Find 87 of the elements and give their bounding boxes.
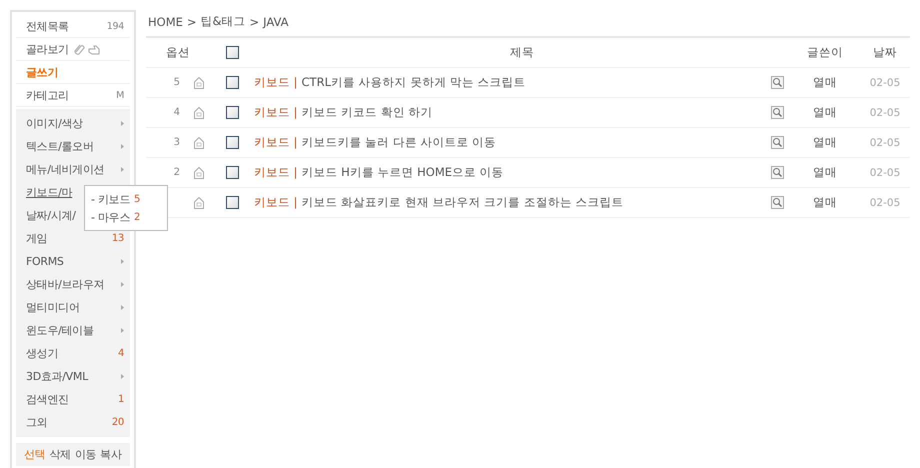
date-cell: 02-05 <box>860 188 910 218</box>
date-cell: 02-05 <box>860 128 910 158</box>
category-count: 20 <box>112 417 124 428</box>
category-item[interactable]: 게임 <box>26 231 112 246</box>
category-count: 1 <box>118 394 124 405</box>
column-header: 옵션 <box>146 38 210 68</box>
category-item[interactable]: 멀티미디어 <box>26 300 121 315</box>
arrow-icon <box>121 144 124 149</box>
column-header: 날짜 <box>860 38 910 68</box>
arrow-icon <box>121 167 124 172</box>
category-label[interactable]: 키보드 | <box>254 75 298 90</box>
breadcrumb-link[interactable]: HOME <box>148 14 183 28</box>
post-title[interactable]: CTRL키를 사용하지 못하게 막는 스크립트 <box>302 75 526 90</box>
post-title[interactable]: 키보드 H키를 누르면 HOME으로 이동 <box>302 165 504 180</box>
sidebar-item[interactable]: 골라보기 <box>26 42 69 56</box>
arrow-icon <box>121 282 124 287</box>
breadcrumb-separator: > <box>250 14 260 28</box>
date-cell: 02-05 <box>860 158 910 188</box>
house-icon <box>194 136 204 148</box>
category-item[interactable]: 윈도우/테이블 <box>26 323 121 338</box>
hand-icon <box>88 44 101 54</box>
submenu-item[interactable]: - 마우스 <box>91 210 130 224</box>
row-number: 3 <box>174 137 181 148</box>
breadcrumb-separator: > <box>186 14 197 28</box>
category-count: 13 <box>112 233 124 244</box>
sidebar-item[interactable]: 카테고리 <box>26 88 116 102</box>
post-title[interactable]: 키보드 키코드 확인 하기 <box>302 105 432 120</box>
submenu-item[interactable]: - 키보드 <box>91 192 130 206</box>
magnifier-icon[interactable] <box>771 76 784 89</box>
author-cell: 열매 <box>790 188 860 218</box>
author-cell: 열매 <box>790 158 860 188</box>
action-link[interactable]: 복사 <box>100 447 122 462</box>
item-count: 194 <box>106 20 124 32</box>
row-number: 2 <box>174 167 181 178</box>
magnifier-icon[interactable] <box>771 166 784 179</box>
arrow-icon <box>121 374 124 379</box>
house-icon <box>194 76 204 88</box>
arrow-icon <box>121 121 124 126</box>
row-checkbox[interactable] <box>226 106 238 119</box>
house-icon <box>194 106 204 118</box>
action-link[interactable]: 삭제 <box>49 447 71 462</box>
post-title[interactable]: 키보드키를 눌러 다른 사이트로 이동 <box>302 135 496 150</box>
category-label[interactable]: 키보드 | <box>254 165 298 180</box>
house-icon <box>194 196 204 208</box>
category-count: 4 <box>118 348 124 359</box>
magnifier-icon[interactable] <box>771 106 784 119</box>
date-cell: 02-05 <box>860 98 910 128</box>
magnifier-icon[interactable] <box>771 136 784 149</box>
date-cell: 02-05 <box>860 68 910 98</box>
column-header: 제목 <box>254 38 790 68</box>
magnifier-icon[interactable] <box>771 196 784 209</box>
breadcrumb-link[interactable]: JAVA <box>263 14 288 28</box>
row-checkbox[interactable] <box>226 136 238 149</box>
arrow-icon <box>121 305 124 310</box>
row-checkbox[interactable] <box>226 196 238 209</box>
category-item[interactable]: 텍스트/롤오버 <box>26 139 121 154</box>
column-header: 글쓴이 <box>790 38 860 68</box>
category-item[interactable]: 상태바/브라우져 <box>26 277 121 292</box>
submenu-count: 5 <box>134 194 140 204</box>
action-link[interactable]: 이동 <box>74 447 96 462</box>
category-item[interactable]: 이미지/색상 <box>26 116 121 131</box>
arrow-icon <box>121 259 124 264</box>
row-number: 5 <box>174 77 181 88</box>
author-cell: 열매 <box>790 98 860 128</box>
item-count: M <box>116 90 124 100</box>
category-item[interactable]: 3D효과/VML <box>26 369 121 384</box>
author-cell: 열매 <box>790 68 860 98</box>
category-item[interactable]: 검색엔진 <box>26 392 118 407</box>
select-all-checkbox[interactable] <box>226 46 238 59</box>
row-checkbox[interactable] <box>226 166 238 179</box>
author-cell: 열매 <box>790 128 860 158</box>
category-item[interactable]: 생성기 <box>26 346 118 361</box>
breadcrumb-link[interactable]: 팁&태그 <box>200 14 246 29</box>
submenu-count: 2 <box>134 212 140 222</box>
house-icon <box>194 166 204 178</box>
arrow-icon <box>121 328 124 333</box>
row-number: 4 <box>174 107 181 118</box>
category-item[interactable]: 메뉴/네비게이션 <box>26 162 121 177</box>
category-item[interactable]: 그외 <box>26 415 112 430</box>
category-label[interactable]: 키보드 | <box>254 105 298 120</box>
category-label[interactable]: 키보드 | <box>254 135 298 150</box>
row-checkbox[interactable] <box>226 76 238 89</box>
category-item[interactable]: FORMS <box>26 255 121 268</box>
paperclip-icon <box>72 43 85 55</box>
sidebar-item[interactable]: 전체목록 <box>26 18 107 34</box>
post-title[interactable]: 키보드 화살표키로 현재 브라우저 크기를 조절하는 스크립트 <box>302 195 624 210</box>
category-label[interactable]: 키보드 | <box>254 195 298 210</box>
